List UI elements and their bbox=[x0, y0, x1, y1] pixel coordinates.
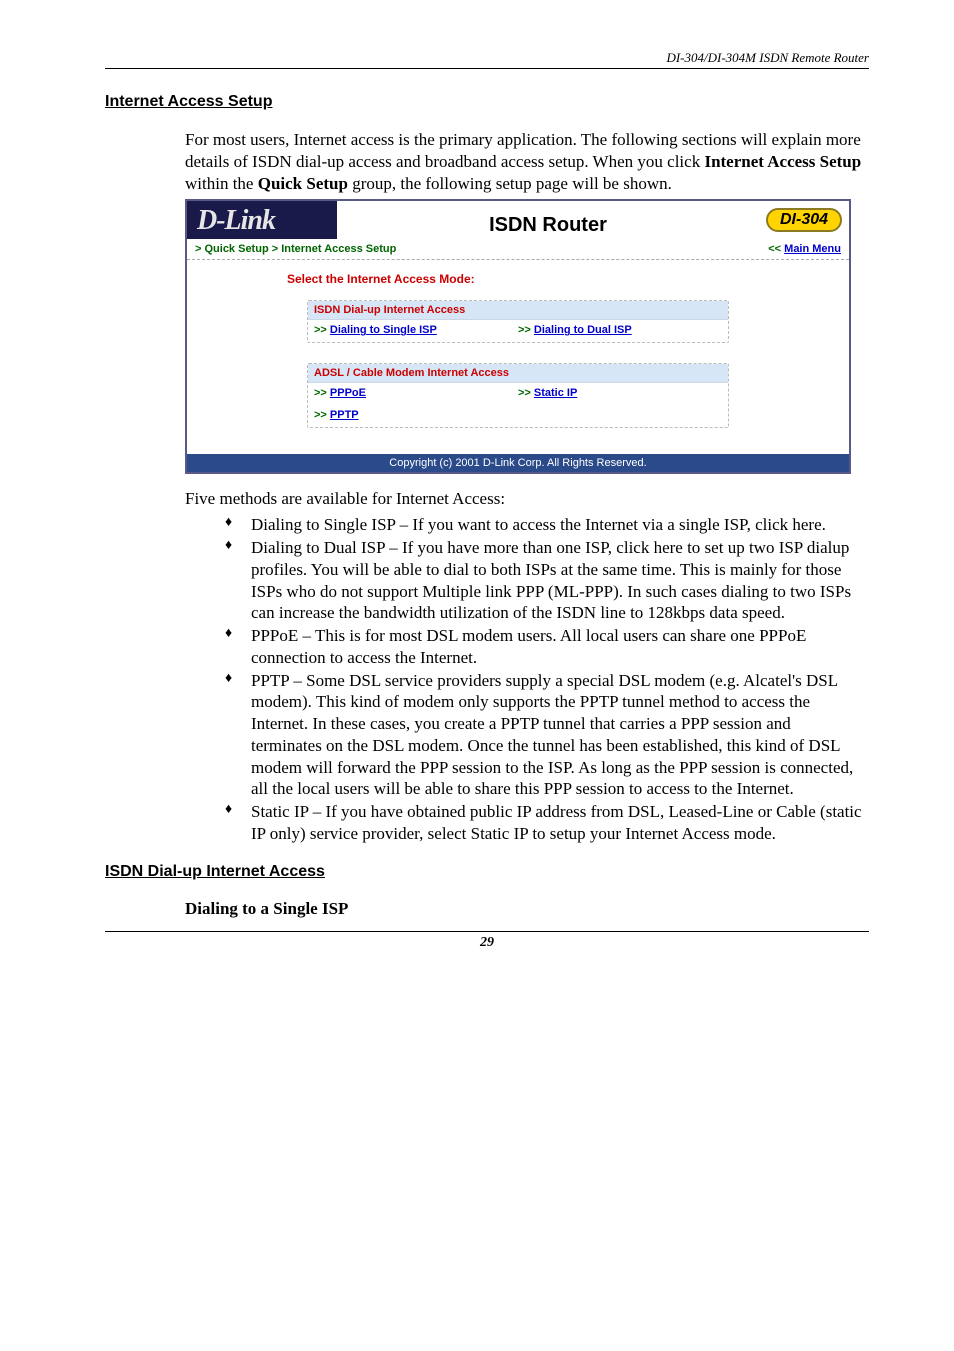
dbl-arrow-icon: >> bbox=[314, 387, 330, 399]
list-item: Dialing to Single ISP – If you want to a… bbox=[225, 514, 865, 536]
breadcrumb: > Quick Setup > Internet Access Setup bbox=[195, 243, 396, 255]
dbl-arrow-icon: >> bbox=[518, 387, 534, 399]
router-body: Select the Internet Access Mode: ISDN Di… bbox=[187, 260, 849, 454]
bullet-title-pptp: PPTP – bbox=[251, 671, 306, 690]
page-footer: 29 bbox=[105, 931, 869, 951]
router-screenshot: D-Link ISDN Router DI-304 > Quick Setup … bbox=[185, 199, 851, 474]
list-item: PPPoE – This is for most DSL modem users… bbox=[225, 625, 865, 669]
link-pppoe[interactable]: PPPoE bbox=[330, 387, 366, 399]
mode-heading: Select the Internet Access Mode: bbox=[287, 272, 829, 286]
breadcrumb-sep: > bbox=[269, 243, 282, 255]
dlink-logo: D-Link bbox=[197, 207, 275, 235]
section-heading-internet-access-setup: Internet Access Setup bbox=[105, 93, 869, 111]
router-top-bar: D-Link ISDN Router DI-304 bbox=[187, 201, 849, 239]
bullet-title-single-isp: Dialing to Single ISP – bbox=[251, 515, 412, 534]
router-model-area: DI-304 bbox=[759, 201, 849, 239]
bullet-desc: If you have obtained public IP address f… bbox=[251, 802, 862, 843]
link-static-ip[interactable]: Static IP bbox=[534, 387, 577, 399]
router-footer: Copyright (c) 2001 D-Link Corp. All Righ… bbox=[187, 454, 849, 472]
panel-adsl-cable: ADSL / Cable Modem Internet Access >> PP… bbox=[307, 363, 729, 428]
dbl-arrow-icon: >> bbox=[314, 409, 330, 421]
bullet-title-dual-isp: Dialing to Dual ISP – bbox=[251, 538, 402, 557]
list-item: PPTP – Some DSL service providers supply… bbox=[225, 670, 865, 801]
main-menu-link[interactable]: Main Menu bbox=[784, 243, 841, 255]
intro-text-mid: within the bbox=[185, 174, 258, 193]
methods-list: Dialing to Single ISP – If you want to a… bbox=[105, 514, 869, 844]
bullet-title-pppoe: PPPoE – bbox=[251, 626, 315, 645]
list-item: Static IP – If you have obtained public … bbox=[225, 801, 865, 845]
intro-text-post: group, the following setup page will be … bbox=[348, 174, 672, 193]
panel-isdn-dialup: ISDN Dial-up Internet Access >> Dialing … bbox=[307, 300, 729, 343]
section-heading-isdn-dialup: ISDN Dial-up Internet Access bbox=[105, 863, 869, 881]
router-logo-area: D-Link bbox=[187, 201, 337, 239]
bullet-title-static-ip: Static IP – bbox=[251, 802, 325, 821]
breadcrumb-b: Internet Access Setup bbox=[281, 243, 396, 255]
sub-heading-single-isp: Dialing to a Single ISP bbox=[105, 899, 869, 919]
methods-intro: Five methods are available for Internet … bbox=[105, 488, 869, 510]
doc-header: DI-304/DI-304M ISDN Remote Router bbox=[105, 50, 869, 69]
intro-bold-2: Quick Setup bbox=[258, 174, 348, 193]
bullet-desc: If you want to access the Internet via a… bbox=[412, 515, 826, 534]
link-dialing-single-isp[interactable]: Dialing to Single ISP bbox=[330, 324, 437, 336]
intro-bold-1: Internet Access Setup bbox=[704, 152, 861, 171]
panel-adsl-title: ADSL / Cable Modem Internet Access bbox=[308, 364, 728, 383]
breadcrumb-a: Quick Setup bbox=[204, 243, 268, 255]
breadcrumb-bar: > Quick Setup > Internet Access Setup <<… bbox=[187, 239, 849, 260]
panel-isdn-title: ISDN Dial-up Internet Access bbox=[308, 301, 728, 320]
bullet-desc: Some DSL service providers supply a spec… bbox=[251, 671, 853, 799]
list-item: Dialing to Dual ISP – If you have more t… bbox=[225, 537, 865, 624]
intro-paragraph: For most users, Internet access is the p… bbox=[105, 129, 869, 195]
link-dialing-dual-isp[interactable]: Dialing to Dual ISP bbox=[534, 324, 632, 336]
main-menu-arrows: << bbox=[768, 243, 784, 255]
model-badge: DI-304 bbox=[766, 208, 842, 232]
main-menu-link-wrap: << Main Menu bbox=[768, 243, 841, 255]
dbl-arrow-icon: >> bbox=[518, 324, 534, 336]
router-title: ISDN Router bbox=[337, 201, 759, 239]
bullet-desc: This is for most DSL modem users. All lo… bbox=[251, 626, 806, 667]
link-pptp[interactable]: PPTP bbox=[330, 409, 359, 421]
dbl-arrow-icon: >> bbox=[314, 324, 330, 336]
